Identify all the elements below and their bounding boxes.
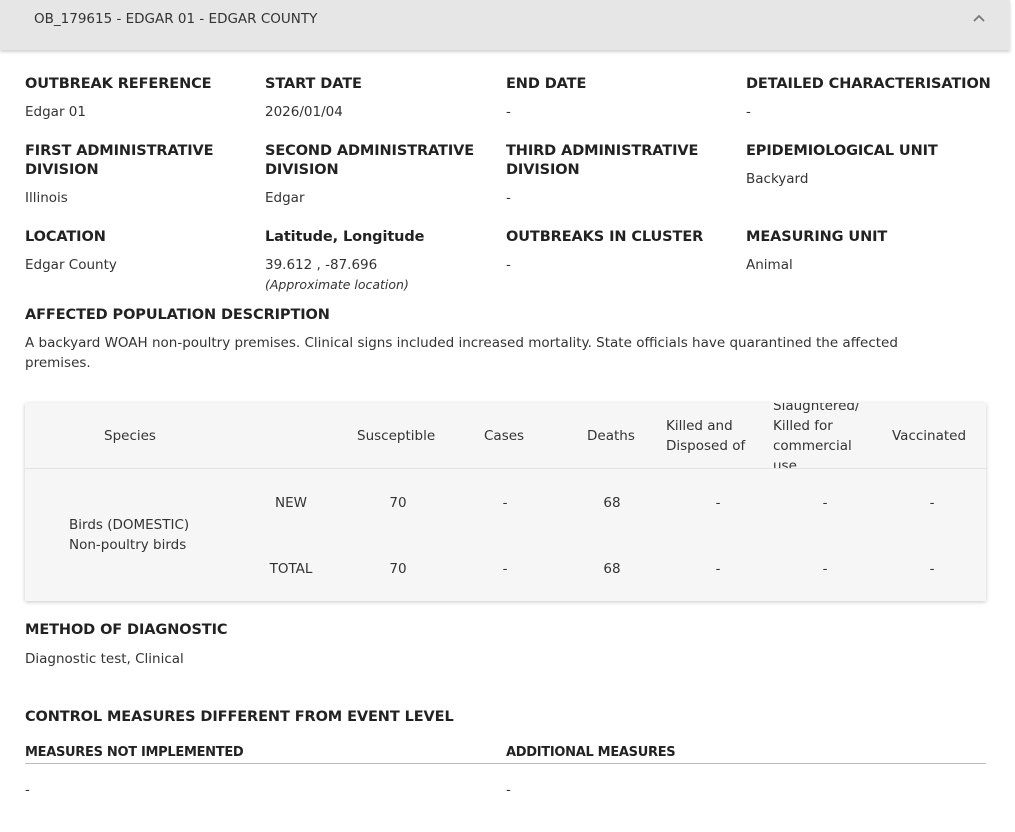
- detailed-characterisation-label: DETAILED CHARACTERISATION: [746, 76, 991, 92]
- susceptible-cell: 70: [389, 561, 407, 577]
- outbreak-reference-label: OUTBREAK REFERENCE: [25, 76, 212, 92]
- end-date-value: -: [506, 104, 511, 120]
- measuring-unit-label: MEASURING UNIT: [746, 229, 888, 245]
- approximate-location-note: (Approximate location): [265, 277, 409, 292]
- cases-cell: -: [502, 561, 508, 577]
- end-date-label: END DATE: [506, 76, 587, 92]
- affected-population-label: AFFECTED POPULATION DESCRIPTION: [25, 307, 330, 323]
- location-label: LOCATION: [25, 229, 106, 245]
- killed-disposed-header: Killed and Disposed of: [666, 418, 746, 454]
- slaughtered-header-clip: Slaughtered/ Killed for commercial use: [773, 403, 883, 468]
- epidemiological-unit-label: EPIDEMIOLOGICAL UNIT: [746, 143, 938, 159]
- killed-disposed-cell: -: [715, 495, 721, 511]
- additional-measures-label: ADDITIONAL MEASURES: [506, 745, 676, 760]
- row-type: NEW: [275, 495, 307, 511]
- row-type: TOTAL: [269, 561, 313, 577]
- second-admin-division-value: Edgar: [265, 190, 305, 206]
- vaccinated-cell: -: [929, 561, 935, 577]
- deaths-cell: 68: [603, 561, 621, 577]
- lat-long-label: Latitude, Longitude: [265, 229, 425, 245]
- chevron-up-icon[interactable]: [972, 8, 986, 27]
- first-admin-division-value: Illinois: [25, 190, 68, 206]
- control-measures-label: CONTROL MEASURES DIFFERENT FROM EVENT LE…: [25, 709, 454, 725]
- outbreak-reference-value: Edgar 01: [25, 104, 86, 120]
- outbreak-title: OB_179615 - EDGAR 01 - EDGAR COUNTY: [34, 11, 318, 27]
- detailed-characterisation-value: -: [746, 104, 751, 120]
- table-header-divider: [25, 468, 986, 469]
- species-header: Species: [104, 428, 156, 444]
- outbreaks-in-cluster-label: OUTBREAKS IN CLUSTER: [506, 229, 704, 245]
- outbreaks-in-cluster-value: -: [506, 257, 511, 273]
- additional-measures-value: -: [506, 782, 511, 798]
- measures-not-implemented-value: -: [25, 782, 30, 798]
- second-admin-division-label: SECOND ADMINISTRATIVE DIVISION: [265, 143, 475, 178]
- method-of-diagnostic-value: Diagnostic test, Clinical: [25, 651, 184, 667]
- vaccinated-cell: -: [929, 495, 935, 511]
- susceptible-cell: 70: [389, 495, 407, 511]
- third-admin-division-value: -: [506, 190, 511, 206]
- killed-disposed-cell: -: [715, 561, 721, 577]
- epidemiological-unit-value: Backyard: [746, 171, 809, 187]
- slaughtered-cell: -: [822, 495, 828, 511]
- method-of-diagnostic-label: METHOD OF DIAGNOSTIC: [25, 622, 228, 638]
- slaughtered-header: Slaughtered/ Killed for commercial use: [773, 403, 860, 468]
- location-value: Edgar County: [25, 257, 117, 273]
- cases-header: Cases: [484, 428, 525, 444]
- species-table: Species Susceptible Cases Deaths Killed …: [25, 403, 986, 601]
- first-admin-division-label: FIRST ADMINISTRATIVE DIVISION: [25, 143, 214, 178]
- susceptible-header: Susceptible: [357, 428, 436, 444]
- affected-population-text: A backyard WOAH non-poultry premises. Cl…: [25, 335, 898, 371]
- measures-divider: [25, 763, 986, 764]
- third-admin-division-label: THIRD ADMINISTRATIVE DIVISION: [506, 143, 699, 178]
- species-name: Birds (DOMESTIC) Non-poultry birds: [69, 517, 190, 553]
- outbreak-panel-header[interactable]: OB_179615 - EDGAR 01 - EDGAR COUNTY: [0, 0, 1010, 50]
- lat-long-value: 39.612 , -87.696: [265, 257, 378, 273]
- cases-cell: -: [502, 495, 508, 511]
- deaths-cell: 68: [603, 495, 621, 511]
- vaccinated-header: Vaccinated: [892, 428, 967, 444]
- start-date-value: 2026/01/04: [265, 104, 343, 120]
- measures-not-implemented-label: MEASURES NOT IMPLEMENTED: [25, 745, 244, 760]
- measuring-unit-value: Animal: [746, 257, 793, 273]
- slaughtered-cell: -: [822, 561, 828, 577]
- deaths-header: Deaths: [587, 428, 635, 444]
- start-date-label: START DATE: [265, 76, 362, 92]
